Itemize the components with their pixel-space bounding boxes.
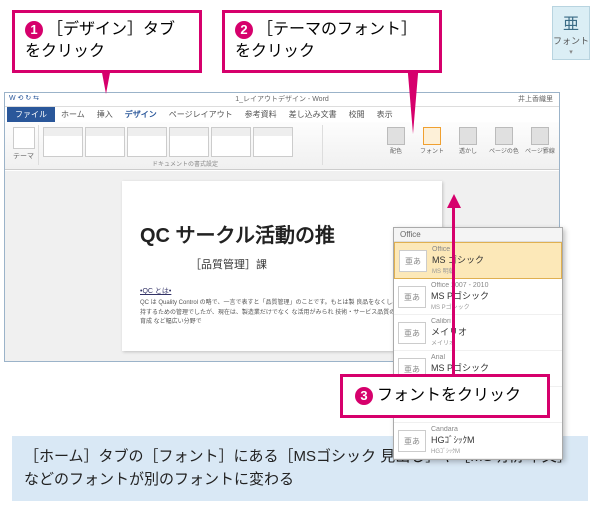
font-option[interactable]: 亜あ Candara HGｺﾞｼｯｸM HGｺﾞｼｯｸM [394,423,562,459]
font-option[interactable]: 亜あ Calibri メイリオ メイリオ [394,315,562,351]
callout-2-number: 2 [235,21,253,39]
font-panel-header: Office [394,228,562,242]
arrow-3-line [452,200,455,376]
tab-file[interactable]: ファイル [7,107,55,122]
ribbon-right-group: 配色 フォント 透かし ページの色 ページ罫線 [355,125,555,165]
callout-3-number: 3 [355,387,373,405]
fonts-icon [423,127,441,145]
style-thumb[interactable] [211,127,251,157]
style-thumb[interactable] [127,127,167,157]
style-thumb[interactable] [43,127,83,157]
callout-1-text: ［デザイン］タブをクリック [25,21,175,60]
tab-review[interactable]: 校閲 [343,109,371,120]
tab-design[interactable]: デザイン [119,109,163,120]
doc-section: •QC とは• [140,286,424,296]
doc-subtitle: ［品質管理］課 [190,256,424,272]
ribbon: テーマ ドキュメントの書式設定 配色 フォント 透かし ページの色 ページ罫線 [5,122,559,170]
callout-1-number: 1 [25,21,43,39]
quick-access-toolbar[interactable]: W ⟲ ↻ ⇆ [9,94,39,102]
style-thumb[interactable] [253,127,293,157]
callout-2: 2［テーマのフォント］をクリック [222,10,442,73]
ribbon-watermark-button[interactable]: 透かし [453,127,483,155]
theme-icon [13,127,35,149]
font-thumb-icon: 亜あ [398,430,426,452]
arrow-2 [407,62,419,134]
font-option-text: Office MS ゴシック MS 明朝 [432,246,557,275]
arrow-3-head [447,194,461,208]
theme-fonts-dropdown[interactable]: Office 亜あ Office MS ゴシック MS 明朝 亜あ Office… [393,227,563,460]
doc-body: QC は Quality Control の略で、一言で表すと「品質管理」のこと… [140,299,424,328]
ribbon-pagecolor-button[interactable]: ページの色 [489,127,519,155]
callout-1: 1［デザイン］タブをクリック [12,10,202,73]
theme-label: テーマ [9,151,38,161]
ribbon-themes-group[interactable]: テーマ [9,125,39,165]
word-app-window: W ⟲ ↻ ⇆ 1_レイアウトデザイン - Word 井上香織里 ファイル ホー… [4,92,560,362]
tab-insert[interactable]: 挿入 [91,109,119,120]
callout-3: 3フォントをクリック [340,374,550,418]
font-option-selected[interactable]: 亜あ Office MS ゴシック MS 明朝 [394,242,562,279]
ribbon-border-button[interactable]: ページ罫線 [525,127,555,155]
font-button-label: フォント [553,36,589,46]
titlebar: W ⟲ ↻ ⇆ 1_レイアウトデザイン - Word 井上香織里 [5,93,559,107]
doc-heading: QC サークル活動の推 [140,219,424,248]
colors-icon [387,127,405,145]
font-thumb-icon: 亜あ [399,250,427,272]
tab-mailings[interactable]: 差し込み文書 [283,109,343,120]
callout-2-text: ［テーマのフォント］をクリック [235,21,417,60]
tab-view[interactable]: 表示 [371,109,399,120]
style-thumb[interactable] [169,127,209,157]
user-name: 井上香織里 [518,94,553,104]
style-thumb[interactable] [85,127,125,157]
tab-home[interactable]: ホーム [55,109,91,120]
ribbon-fonts-button[interactable]: フォント [417,127,447,155]
border-icon [531,127,549,145]
callout-3-text: フォントをクリック [377,387,521,404]
pagecolor-icon [495,127,513,145]
font-option[interactable]: 亜あ Office 2007 - 2010 MS Pゴシック MS Pゴシック [394,279,562,315]
watermark-icon [459,127,477,145]
font-thumb-icon: 亜あ [398,286,426,308]
tab-references[interactable]: 参考資料 [239,109,283,120]
tab-page-layout[interactable]: ページレイアウト [163,109,239,120]
font-glyph-icon: 亜 [553,10,589,34]
ribbon-font-button-large[interactable]: 亜 フォント ▾ [552,6,590,60]
chevron-down-icon: ▾ [553,48,589,56]
window-title: 1_レイアウトデザイン - Word [235,94,329,104]
font-thumb-icon: 亜あ [398,322,426,344]
ribbon-group-label-format: ドキュメントの書式設定 [152,159,218,168]
ribbon-tabs: ファイル ホーム 挿入 デザイン ページレイアウト 参考資料 差し込み文書 校閲… [5,107,559,122]
